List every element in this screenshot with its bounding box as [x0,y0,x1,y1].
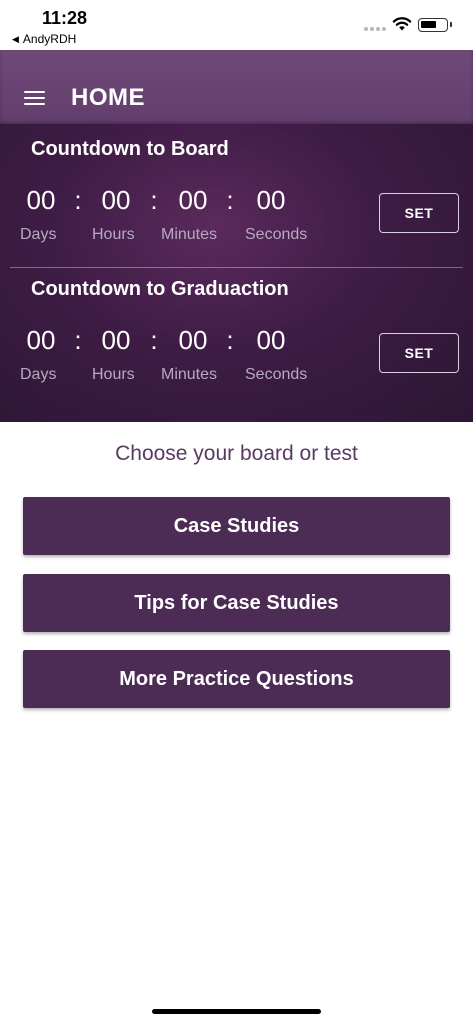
more-practice-questions-button[interactable]: More Practice Questions [23,650,450,708]
separator: : [150,185,158,215]
separator: : [150,325,158,355]
tips-for-case-studies-button[interactable]: Tips for Case Studies [23,574,450,632]
status-bar: 11:28 ◀ AndyRDH [0,0,473,50]
countdown-graduation: Countdown to Graduaction 00 : 00 : 00 : … [0,266,473,406]
days-value: 00 [26,185,56,215]
countdown-panel: Countdown to Board 00 : 00 : 00 : 00 Day… [0,124,473,422]
home-indicator[interactable] [152,1009,321,1014]
choose-prompt: Choose your board or test [115,442,358,465]
battery-icon [418,18,452,32]
status-time: 11:28 [42,8,88,28]
minutes-value: 00 [178,325,208,355]
days-label: Days [20,366,57,383]
days-value: 00 [26,325,56,355]
separator: : [226,185,234,215]
hours-label: Hours [92,366,135,383]
countdown-board: Countdown to Board 00 : 00 : 00 : 00 Day… [0,124,473,264]
set-graduation-countdown-button[interactable]: SET [379,333,459,373]
cellular-signal-icon [364,27,386,31]
separator: : [74,325,82,355]
minutes-value: 00 [178,185,208,215]
hamburger-icon[interactable] [24,91,45,105]
seconds-value: 00 [256,185,286,215]
separator: : [226,325,234,355]
back-app-label: AndyRDH [22,32,77,46]
app-screen: 11:28 ◀ AndyRDH HOME Countdown to Board … [0,0,473,1024]
app-header: HOME [0,50,473,124]
separator: : [74,185,82,215]
seconds-value: 00 [256,325,286,355]
set-board-countdown-button[interactable]: SET [379,193,459,233]
hours-label: Hours [92,226,135,243]
back-to-app-link[interactable]: ◀ AndyRDH [12,32,76,46]
page-title: HOME [71,84,145,111]
countdown-title: Countdown to Board [31,138,229,160]
seconds-label: Seconds [245,366,308,383]
minutes-label: Minutes [161,366,218,383]
hours-value: 00 [101,185,131,215]
back-arrow-icon: ◀ [12,33,19,44]
hours-value: 00 [101,325,131,355]
seconds-label: Seconds [245,226,308,243]
days-label: Days [20,226,57,243]
wifi-icon [392,17,412,31]
countdown-title: Countdown to Graduaction [31,278,289,300]
case-studies-button[interactable]: Case Studies [23,497,450,555]
minutes-label: Minutes [161,226,218,243]
